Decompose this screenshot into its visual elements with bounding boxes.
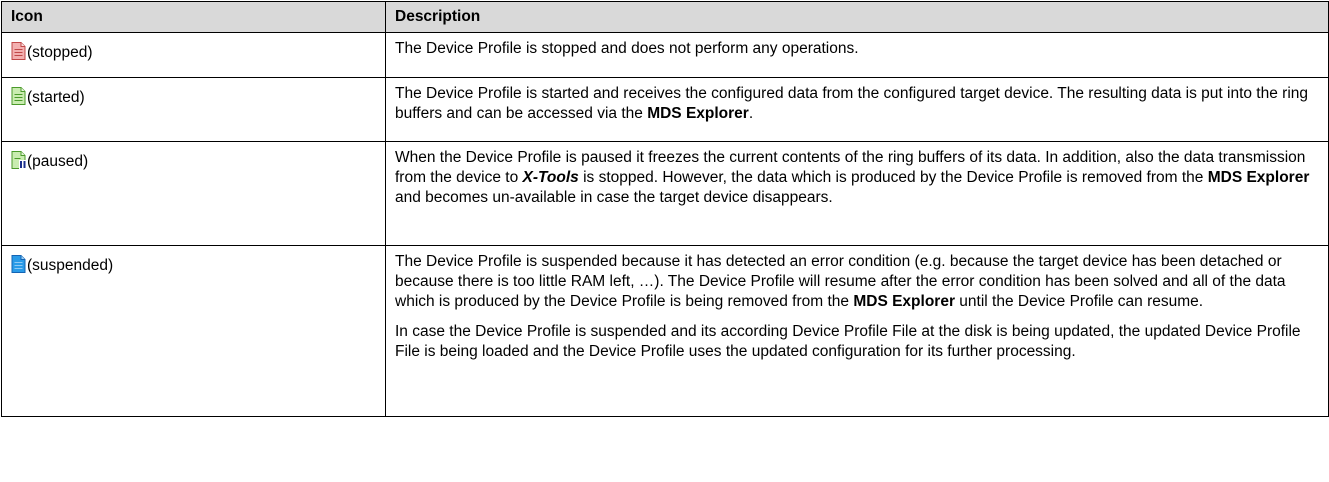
description-cell: When the Device Profile is paused it fre… (385, 141, 1329, 246)
description-text: and becomes un-available in case the tar… (395, 189, 833, 206)
device-profile-started-icon (11, 87, 26, 105)
column-header-description: Description (385, 1, 1329, 33)
icon-cell: (stopped) (1, 32, 386, 78)
description-text: The Device Profile is started and receiv… (395, 85, 1309, 122)
mds-explorer-term: MDS Explorer (853, 293, 955, 310)
device-profile-stopped-icon (11, 42, 26, 60)
status-label: (stopped) (27, 44, 93, 61)
table-row: (stopped) The Device Profile is stopped … (1, 32, 1329, 78)
mds-explorer-term: MDS Explorer (647, 105, 749, 122)
table-row: (started) The Device Profile is started … (1, 77, 1329, 142)
table-header-row: Icon Description (1, 1, 1329, 33)
description-text: until the Device Profile can resume. (954, 293, 1204, 310)
description-text: The Device Profile is stopped and does n… (395, 40, 859, 57)
table-row: (suspended) The Device Profile is suspen… (1, 245, 1329, 417)
description-paragraph: The Device Profile is suspended because … (395, 252, 1320, 312)
icon-description-table: Icon Description (stopped) The Device Pr (1, 1, 1329, 417)
status-label: (started) (27, 89, 85, 106)
description-text: . (748, 105, 754, 122)
description-text: is stopped. However, the data which is p… (578, 169, 1208, 186)
x-tools-term: X-Tools (522, 169, 579, 186)
description-cell: The Device Profile is suspended because … (385, 245, 1329, 417)
status-label: (suspended) (27, 257, 114, 274)
description-cell: The Device Profile is stopped and does n… (385, 32, 1329, 78)
mds-explorer-term: MDS Explorer (1207, 169, 1310, 186)
icon-cell: (suspended) (1, 245, 386, 417)
description-paragraph: In case the Device Profile is suspended … (395, 323, 1301, 360)
column-header-icon: Icon (1, 1, 386, 33)
device-profile-suspended-icon (11, 255, 26, 273)
icon-cell: (started) (1, 77, 386, 142)
icon-cell: (paused) (1, 141, 386, 246)
description-cell: The Device Profile is started and receiv… (385, 77, 1329, 142)
status-label: (paused) (27, 153, 89, 170)
table-row: (paused) When the Device Profile is paus… (1, 141, 1329, 246)
device-profile-paused-icon (11, 151, 26, 169)
